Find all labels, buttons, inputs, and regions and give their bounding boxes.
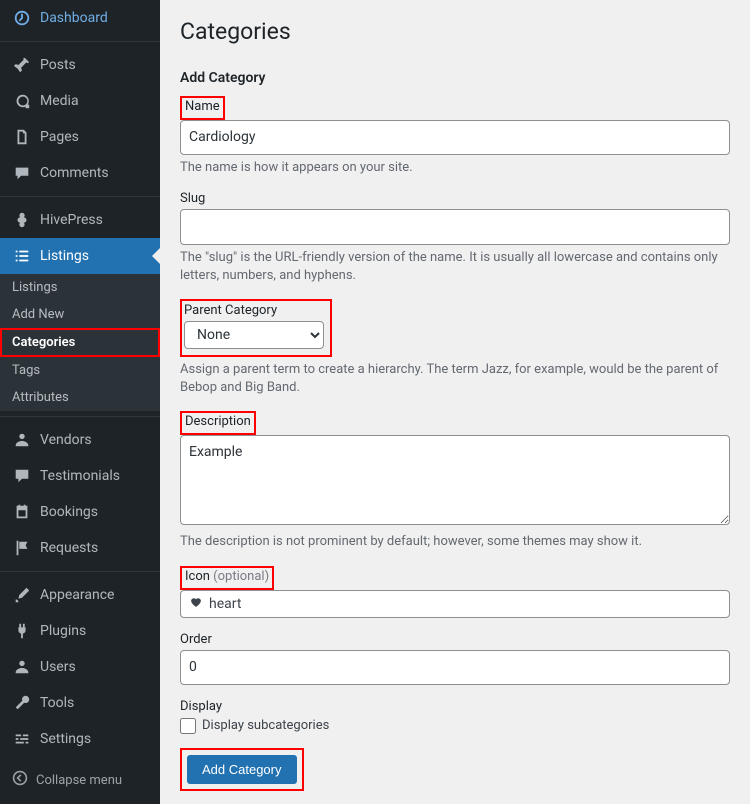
dashboard-icon xyxy=(12,8,32,28)
sidebar-item-pages[interactable]: Pages xyxy=(0,119,160,155)
sidebar-item-dashboard[interactable]: Dashboard xyxy=(0,0,160,36)
parent-category-field: Parent Category None Assign a parent ter… xyxy=(180,299,730,397)
name-field: Name The name is how it appears on your … xyxy=(180,96,730,177)
display-checkbox-label: Display subcategories xyxy=(202,718,329,733)
icon-select[interactable]: heart xyxy=(180,590,730,618)
sidebar-item-label: Appearance xyxy=(40,587,114,603)
display-label: Display xyxy=(180,699,730,714)
list-icon xyxy=(12,246,32,266)
plug-icon xyxy=(12,621,32,641)
media-icon xyxy=(12,91,32,111)
sidebar-item-users[interactable]: Users xyxy=(0,649,160,685)
name-help: The name is how it appears on your site. xyxy=(180,159,730,177)
slug-field: Slug The "slug" is the URL-friendly vers… xyxy=(180,191,730,285)
flag-icon xyxy=(12,538,32,558)
sliders-icon xyxy=(12,729,32,749)
name-label: Name xyxy=(185,99,220,114)
sidebar-item-tools[interactable]: Tools xyxy=(0,685,160,721)
user-icon xyxy=(12,657,32,677)
sidebar-item-bookings[interactable]: Bookings xyxy=(0,494,160,530)
collapse-icon xyxy=(12,770,28,790)
sidebar-item-vendors[interactable]: Vendors xyxy=(0,416,160,458)
brush-icon xyxy=(12,585,32,605)
main-content: Categories Add Category Name The name is… xyxy=(160,0,750,804)
sidebar-item-label: Comments xyxy=(40,165,109,181)
order-field: Order xyxy=(180,632,730,685)
sidebar-item-label: Requests xyxy=(40,540,98,556)
submit-highlight: Add Category xyxy=(180,748,304,791)
collapse-label: Collapse menu xyxy=(36,773,122,788)
vendor-icon xyxy=(12,430,32,450)
order-label: Order xyxy=(180,632,730,647)
pin-icon xyxy=(12,55,32,75)
sidebar-item-label: HivePress xyxy=(40,212,103,228)
submenu-item-categories[interactable]: Categories xyxy=(0,328,160,357)
sidebar-item-listings[interactable]: Listings xyxy=(0,238,160,274)
hivepress-icon xyxy=(12,210,32,230)
icon-label: Icon (optional) xyxy=(185,569,269,584)
sidebar-item-plugins[interactable]: Plugins xyxy=(0,613,160,649)
sidebar-item-requests[interactable]: Requests xyxy=(0,530,160,566)
order-input[interactable] xyxy=(180,650,730,685)
sidebar-item-hivepress[interactable]: HivePress xyxy=(0,196,160,238)
submenu-item-add-new[interactable]: Add New xyxy=(0,301,160,328)
parent-category-label: Parent Category xyxy=(184,303,324,318)
submenu-item-attributes[interactable]: Attributes xyxy=(0,384,160,411)
icon-field: Icon (optional) heart xyxy=(180,566,730,618)
listings-submenu: Listings Add New Categories Tags Attribu… xyxy=(0,274,160,411)
sidebar-item-label: Vendors xyxy=(40,432,92,448)
submenu-item-tags[interactable]: Tags xyxy=(0,357,160,384)
sidebar-item-posts[interactable]: Posts xyxy=(0,41,160,83)
sidebar-item-testimonials[interactable]: Testimonials xyxy=(0,458,160,494)
submenu-item-listings[interactable]: Listings xyxy=(0,274,160,301)
testimonials-icon xyxy=(12,466,32,486)
sidebar-item-settings[interactable]: Settings xyxy=(0,721,160,757)
active-arrow-icon xyxy=(152,248,160,264)
page-icon xyxy=(12,127,32,147)
sidebar-item-label: Media xyxy=(40,93,79,109)
description-field: Description The description is not promi… xyxy=(180,411,730,551)
display-subcategories-checkbox[interactable] xyxy=(180,718,196,734)
admin-sidebar: Dashboard Posts Media Pages Comments Hiv… xyxy=(0,0,160,804)
sidebar-item-label: Users xyxy=(40,659,76,675)
sidebar-item-label: Tools xyxy=(40,695,74,711)
slug-label: Slug xyxy=(180,191,730,206)
comments-icon xyxy=(12,163,32,183)
collapse-menu-button[interactable]: Collapse menu xyxy=(0,762,160,798)
calendar-icon xyxy=(12,502,32,522)
wrench-icon xyxy=(12,693,32,713)
sidebar-item-label: Testimonials xyxy=(40,468,120,484)
sidebar-item-label: Settings xyxy=(40,731,91,747)
sidebar-item-label: Bookings xyxy=(40,504,98,520)
sidebar-item-comments[interactable]: Comments xyxy=(0,155,160,191)
slug-help: The "slug" is the URL-friendly version o… xyxy=(180,249,730,285)
slug-input[interactable] xyxy=(180,209,730,244)
heart-icon xyxy=(189,595,203,613)
sidebar-item-media[interactable]: Media xyxy=(0,83,160,119)
add-category-button[interactable]: Add Category xyxy=(187,755,297,784)
page-title: Categories xyxy=(180,18,730,45)
description-label: Description xyxy=(185,414,251,429)
display-field: Display Display subcategories xyxy=(180,699,730,734)
sidebar-item-label: Posts xyxy=(40,57,76,73)
parent-category-help: Assign a parent term to create a hierarc… xyxy=(180,361,730,397)
form-heading: Add Category xyxy=(180,70,730,86)
sidebar-item-label: Listings xyxy=(40,248,89,264)
sidebar-item-label: Dashboard xyxy=(40,10,108,26)
parent-category-select[interactable]: None xyxy=(184,321,324,349)
sidebar-item-label: Pages xyxy=(40,129,79,145)
sidebar-item-label: Plugins xyxy=(40,623,86,639)
icon-value: heart xyxy=(209,596,241,612)
description-textarea[interactable] xyxy=(180,435,730,525)
sidebar-item-appearance[interactable]: Appearance xyxy=(0,571,160,613)
name-input[interactable] xyxy=(180,120,730,155)
description-help: The description is not prominent by defa… xyxy=(180,533,730,551)
